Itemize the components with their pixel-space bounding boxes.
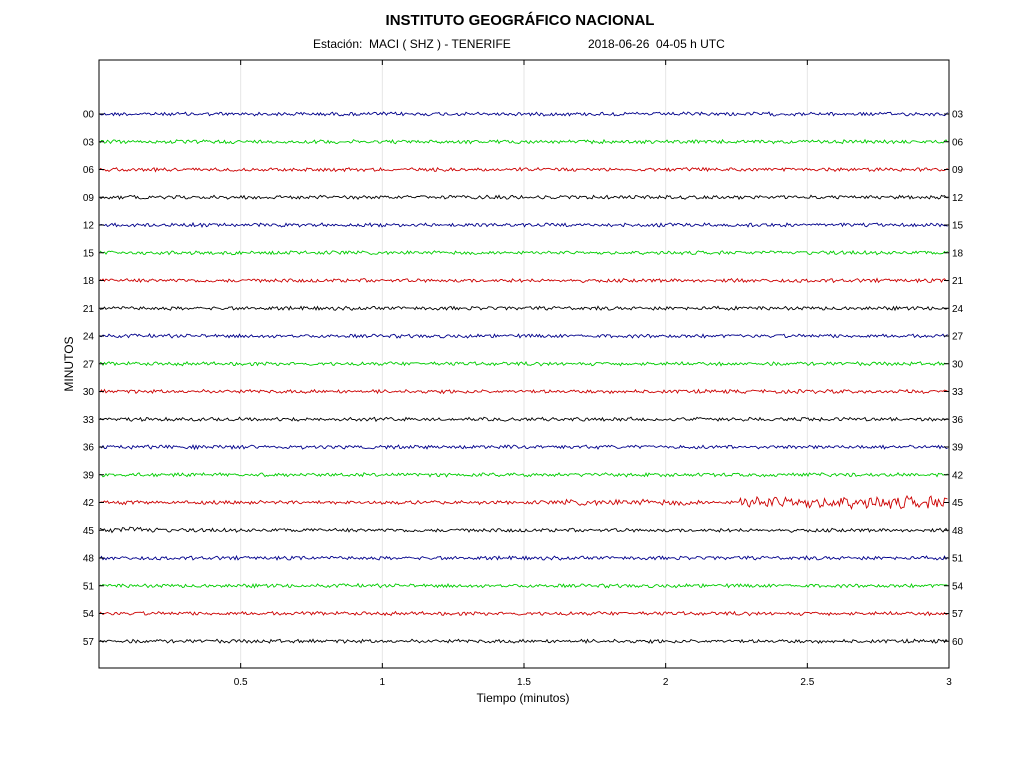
y-tick-label-right: 24 <box>952 304 964 315</box>
y-tick-label-left: 48 <box>83 554 95 565</box>
y-tick-label-left: 18 <box>83 276 95 287</box>
y-tick-label-left: 33 <box>83 415 95 426</box>
y-tick-label-left: 27 <box>83 359 95 370</box>
y-axis-label: MINUTOS <box>62 336 76 391</box>
y-tick-label-right: 15 <box>952 221 964 232</box>
y-tick-label-left: 15 <box>83 248 95 259</box>
y-tick-label-right: 39 <box>952 443 964 454</box>
y-tick-label-right: 33 <box>952 387 964 398</box>
y-tick-label-right: 60 <box>952 637 964 648</box>
y-tick-label-right: 06 <box>952 137 964 148</box>
axes: 0.5 1 1.5 2 2.5 300 0303 0606 0909 1212 1515 1818 21… <box>83 60 964 688</box>
y-tick-label-right: 21 <box>952 276 964 287</box>
x-tick-label: 0.5 <box>234 677 248 688</box>
y-tick-label-left: 42 <box>83 498 95 509</box>
y-tick-label-right: 36 <box>952 415 964 426</box>
x-tick-label: 3 <box>946 677 952 688</box>
x-tick-label: 1.5 <box>517 677 531 688</box>
y-tick-label-left: 00 <box>83 110 95 121</box>
y-tick-label-left: 12 <box>83 221 95 232</box>
y-tick-label-left: 30 <box>83 387 95 398</box>
y-tick-label-left: 09 <box>83 193 95 204</box>
y-tick-label-right: 09 <box>952 165 964 176</box>
y-tick-label-right: 57 <box>952 609 964 620</box>
y-tick-label-left: 03 <box>83 137 95 148</box>
x-tick-label: 2 <box>663 677 669 688</box>
seismogram-plot: 0.5 1 1.5 2 2.5 300 0303 0606 0909 1212 1515 1818 21… <box>62 59 964 705</box>
y-tick-label-right: 03 <box>952 110 964 121</box>
y-tick-label-right: 27 <box>952 332 964 343</box>
y-tick-label-left: 06 <box>83 165 95 176</box>
y-tick-label-right: 51 <box>952 554 964 565</box>
y-tick-label-left: 54 <box>83 609 95 620</box>
y-tick-label-left: 39 <box>83 470 95 481</box>
y-tick-label-left: 51 <box>83 581 95 592</box>
y-tick-label-right: 18 <box>952 248 964 259</box>
y-tick-label-right: 42 <box>952 470 964 481</box>
y-tick-label-right: 12 <box>952 193 964 204</box>
y-tick-label-left: 57 <box>83 637 95 648</box>
y-tick-label-left: 21 <box>83 304 95 315</box>
y-tick-label-right: 48 <box>952 526 964 537</box>
y-tick-label-right: 54 <box>952 581 964 592</box>
y-tick-label-left: 36 <box>83 443 95 454</box>
y-tick-label-right: 45 <box>952 498 964 509</box>
x-axis-label: Tiempo (minutos) <box>477 691 570 705</box>
x-tick-label: 1 <box>380 677 386 688</box>
y-tick-label-right: 30 <box>952 359 964 370</box>
y-tick-label-left: 24 <box>83 332 95 343</box>
y-tick-label-left: 45 <box>83 526 95 537</box>
x-tick-label: 2.5 <box>800 677 814 688</box>
